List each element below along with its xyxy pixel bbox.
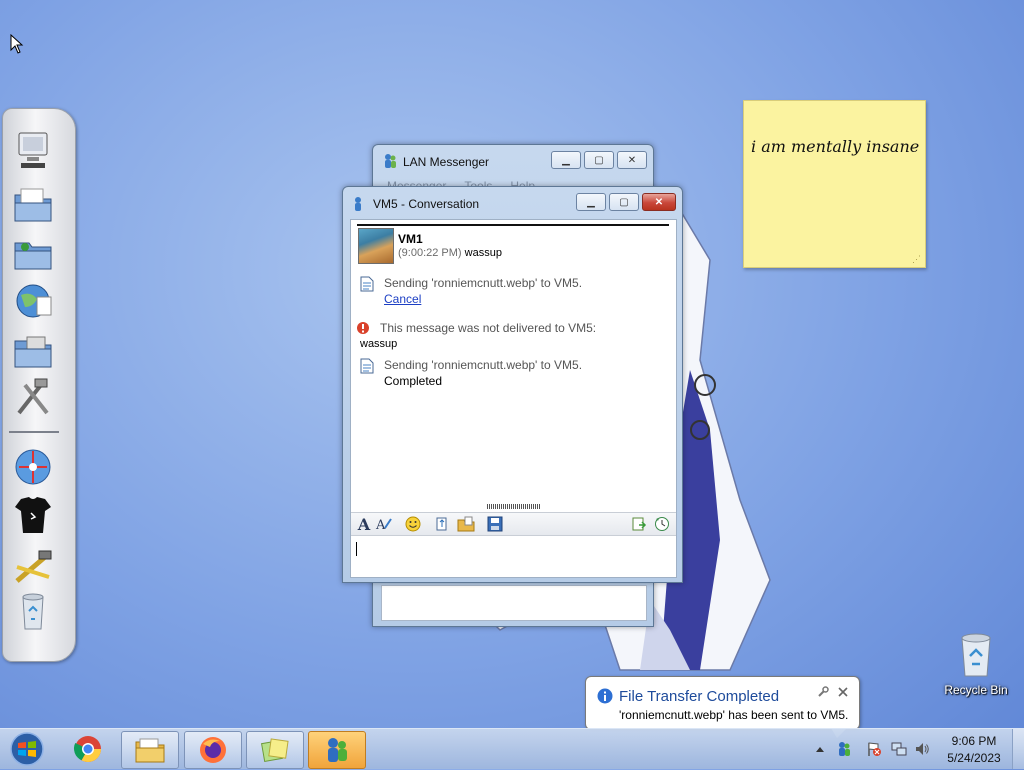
taskbar-lan-messenger[interactable] (308, 731, 366, 769)
pictures-folder-icon[interactable] (11, 331, 55, 371)
sticky-note[interactable]: i am mentally insane ⋰ (743, 100, 926, 268)
contact-name: VM1 (398, 232, 423, 246)
chrome-icon (73, 736, 102, 763)
tools-icon[interactable] (11, 377, 55, 417)
transfer-completed-text: Completed (384, 374, 443, 388)
show-hidden-icons-icon[interactable] (812, 741, 828, 757)
show-desktop-button[interactable] (1012, 729, 1024, 769)
message-time: (9:00:22 PM) (398, 247, 462, 259)
file-transfer-entry: Sending 'ronniemcnutt.webp' to VM5. Canc… (360, 276, 660, 310)
file-icon (360, 276, 374, 292)
taskbar-firefox[interactable] (184, 731, 242, 769)
cancel-link[interactable]: Cancel (384, 292, 421, 306)
dock-separator (9, 431, 59, 433)
recycle-bin-icon (961, 633, 991, 677)
network-globe-icon[interactable] (11, 447, 55, 487)
sticky-notes-icon (260, 738, 289, 763)
volume-icon[interactable] (914, 741, 930, 757)
computer-icon[interactable] (11, 131, 55, 171)
splitter-handle[interactable] (487, 504, 541, 509)
start-button[interactable] (4, 731, 50, 767)
message-toolbar: A A (351, 512, 676, 536)
close-icon[interactable] (837, 686, 849, 698)
message-input[interactable] (351, 536, 676, 576)
lan-messenger-icon (385, 154, 396, 168)
maximize-button[interactable]: ▢ (609, 193, 639, 211)
network-icon[interactable] (891, 741, 907, 757)
minimize-button[interactable]: ▁ (551, 151, 581, 169)
hammer-tools-icon[interactable] (11, 547, 55, 587)
info-icon (597, 688, 613, 704)
error-entry: This message was not delivered to VM5: w… (356, 321, 666, 355)
send-file-icon[interactable] (433, 516, 451, 532)
close-button[interactable]: ✕ (617, 151, 647, 169)
clock-date[interactable]: 5/24/2023 (944, 751, 1004, 765)
desktop-recycle-bin[interactable]: Recycle Bin (940, 630, 1012, 700)
recycle-bin-label: Recycle Bin (944, 683, 1008, 697)
taskbar-file-explorer[interactable] (121, 731, 179, 769)
file-icon (360, 358, 374, 374)
save-icon[interactable] (486, 516, 504, 532)
mouse-cursor-icon (10, 34, 24, 54)
window-title: LAN Messenger (403, 155, 490, 169)
svg-text:A: A (375, 518, 386, 532)
notification-title: File Transfer Completed (619, 688, 780, 705)
error-icon (357, 322, 369, 334)
lan-messenger-content (381, 585, 647, 621)
lan-messenger-tray-icon[interactable] (836, 741, 852, 757)
sticky-note-text[interactable]: i am mentally insane (751, 137, 919, 156)
file-transfer-entry-completed: Sending 'ronniemcnutt.webp' to VM5. Comp… (360, 358, 660, 392)
smiley-icon[interactable] (404, 516, 422, 532)
firefox-icon (200, 737, 226, 763)
action-center-flag-icon[interactable] (866, 741, 882, 757)
maximize-button[interactable]: ▢ (584, 151, 614, 169)
notification-balloon[interactable]: File Transfer Completed 'ronniemcnutt.we… (585, 676, 860, 738)
conversation-window[interactable]: VM5 - Conversation ▁ ▢ ✕ VM1 (9:00:22 PM… (342, 186, 683, 583)
side-dock (2, 108, 76, 662)
lan-messenger-icon (328, 738, 347, 762)
message-text: wassup (464, 247, 502, 259)
conversation-icon (355, 197, 361, 211)
tshirt-icon[interactable] (11, 495, 55, 535)
undelivered-message-text: wassup (360, 338, 398, 350)
folder-icon (135, 738, 165, 763)
documents-folder-icon[interactable] (11, 185, 55, 225)
header-divider (357, 224, 669, 226)
recycle-bin-dock-icon[interactable] (11, 591, 55, 631)
text-caret (356, 542, 357, 556)
close-button[interactable]: ✕ (642, 193, 676, 211)
error-message-text: This message was not delivered to VM5: (380, 321, 597, 335)
transfers-icon[interactable] (630, 516, 648, 532)
history-icon[interactable] (653, 516, 671, 532)
send-folder-icon[interactable] (457, 516, 475, 532)
conversation-body: VM1 (9:00:22 PM) wassup Sending 'ronniem… (350, 219, 677, 578)
minimize-button[interactable]: ▁ (576, 193, 606, 211)
window-title: VM5 - Conversation (373, 197, 480, 211)
internet-globe-icon[interactable] (11, 281, 55, 321)
settings-wrench-icon[interactable] (817, 686, 829, 698)
notification-body: 'ronniemcnutt.webp' has been sent to VM5… (619, 708, 849, 722)
message-line: (9:00:22 PM) wassup (398, 247, 502, 259)
font-color-icon[interactable]: A (375, 516, 393, 532)
font-icon[interactable]: A (355, 515, 373, 534)
transfer-status-text: Sending 'ronniemcnutt.webp' to VM5. (384, 276, 583, 290)
taskbar-sticky-notes[interactable] (246, 731, 304, 769)
resize-grip-icon[interactable]: ⋰ (912, 254, 921, 265)
music-folder-icon[interactable] (11, 233, 55, 273)
contact-avatar (358, 228, 394, 264)
taskbar: 9:06 PM 5/24/2023 (0, 728, 1024, 769)
clock-time[interactable]: 9:06 PM (944, 734, 1004, 748)
taskbar-chrome[interactable] (60, 731, 116, 767)
transfer-status-text: Sending 'ronniemcnutt.webp' to VM5. (384, 358, 583, 372)
